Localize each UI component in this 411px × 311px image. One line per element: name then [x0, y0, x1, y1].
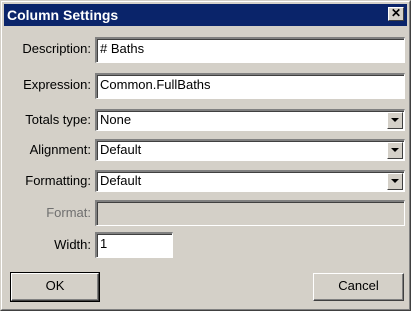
formatting-value: Default [100, 173, 142, 188]
alignment-dropdown-button[interactable] [387, 142, 403, 159]
width-label: Width: [54, 237, 91, 252]
description-label: Description: [22, 41, 91, 56]
ok-button[interactable]: OK [10, 272, 100, 302]
totals-type-dropdown-button[interactable] [387, 112, 403, 129]
width-input[interactable]: 1 [95, 232, 173, 258]
chevron-down-icon [391, 179, 399, 183]
title-bar[interactable]: Column Settings ✕ [4, 4, 407, 26]
expression-input[interactable]: Common.FullBaths [95, 73, 405, 99]
format-input [95, 200, 405, 226]
totals-type-value: None [100, 112, 132, 127]
totals-type-select[interactable]: None [95, 109, 405, 131]
alignment-select[interactable]: Default [95, 139, 405, 161]
expression-label: Expression: [23, 77, 91, 92]
chevron-down-icon [391, 148, 399, 152]
description-input[interactable]: # Baths [95, 37, 405, 63]
cancel-button[interactable]: Cancel [313, 273, 404, 301]
totals-type-label: Totals type: [25, 112, 91, 127]
formatting-select[interactable]: Default [95, 170, 405, 192]
dialog-title: Column Settings [7, 7, 119, 23]
column-settings-dialog: Column Settings ✕ Description: # Baths E… [0, 0, 411, 311]
formatting-dropdown-button[interactable] [387, 173, 403, 190]
close-icon: ✕ [390, 6, 402, 20]
chevron-down-icon [391, 118, 399, 122]
alignment-value: Default [100, 142, 142, 157]
close-button[interactable]: ✕ [388, 7, 404, 21]
format-label: Format: [46, 205, 91, 220]
alignment-label: Alignment: [29, 142, 91, 157]
formatting-label: Formatting: [25, 173, 91, 188]
